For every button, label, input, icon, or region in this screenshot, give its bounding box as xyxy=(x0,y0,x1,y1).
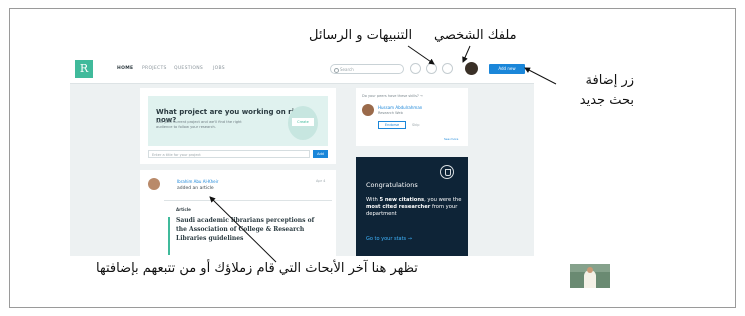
arrow-notifications xyxy=(407,45,435,65)
arrow-add-research xyxy=(524,67,557,85)
annotation-arrows xyxy=(209,45,557,263)
presenter-thumbnail xyxy=(570,264,610,288)
arrow-profile xyxy=(462,45,471,63)
arrow-latest-research xyxy=(209,196,277,263)
